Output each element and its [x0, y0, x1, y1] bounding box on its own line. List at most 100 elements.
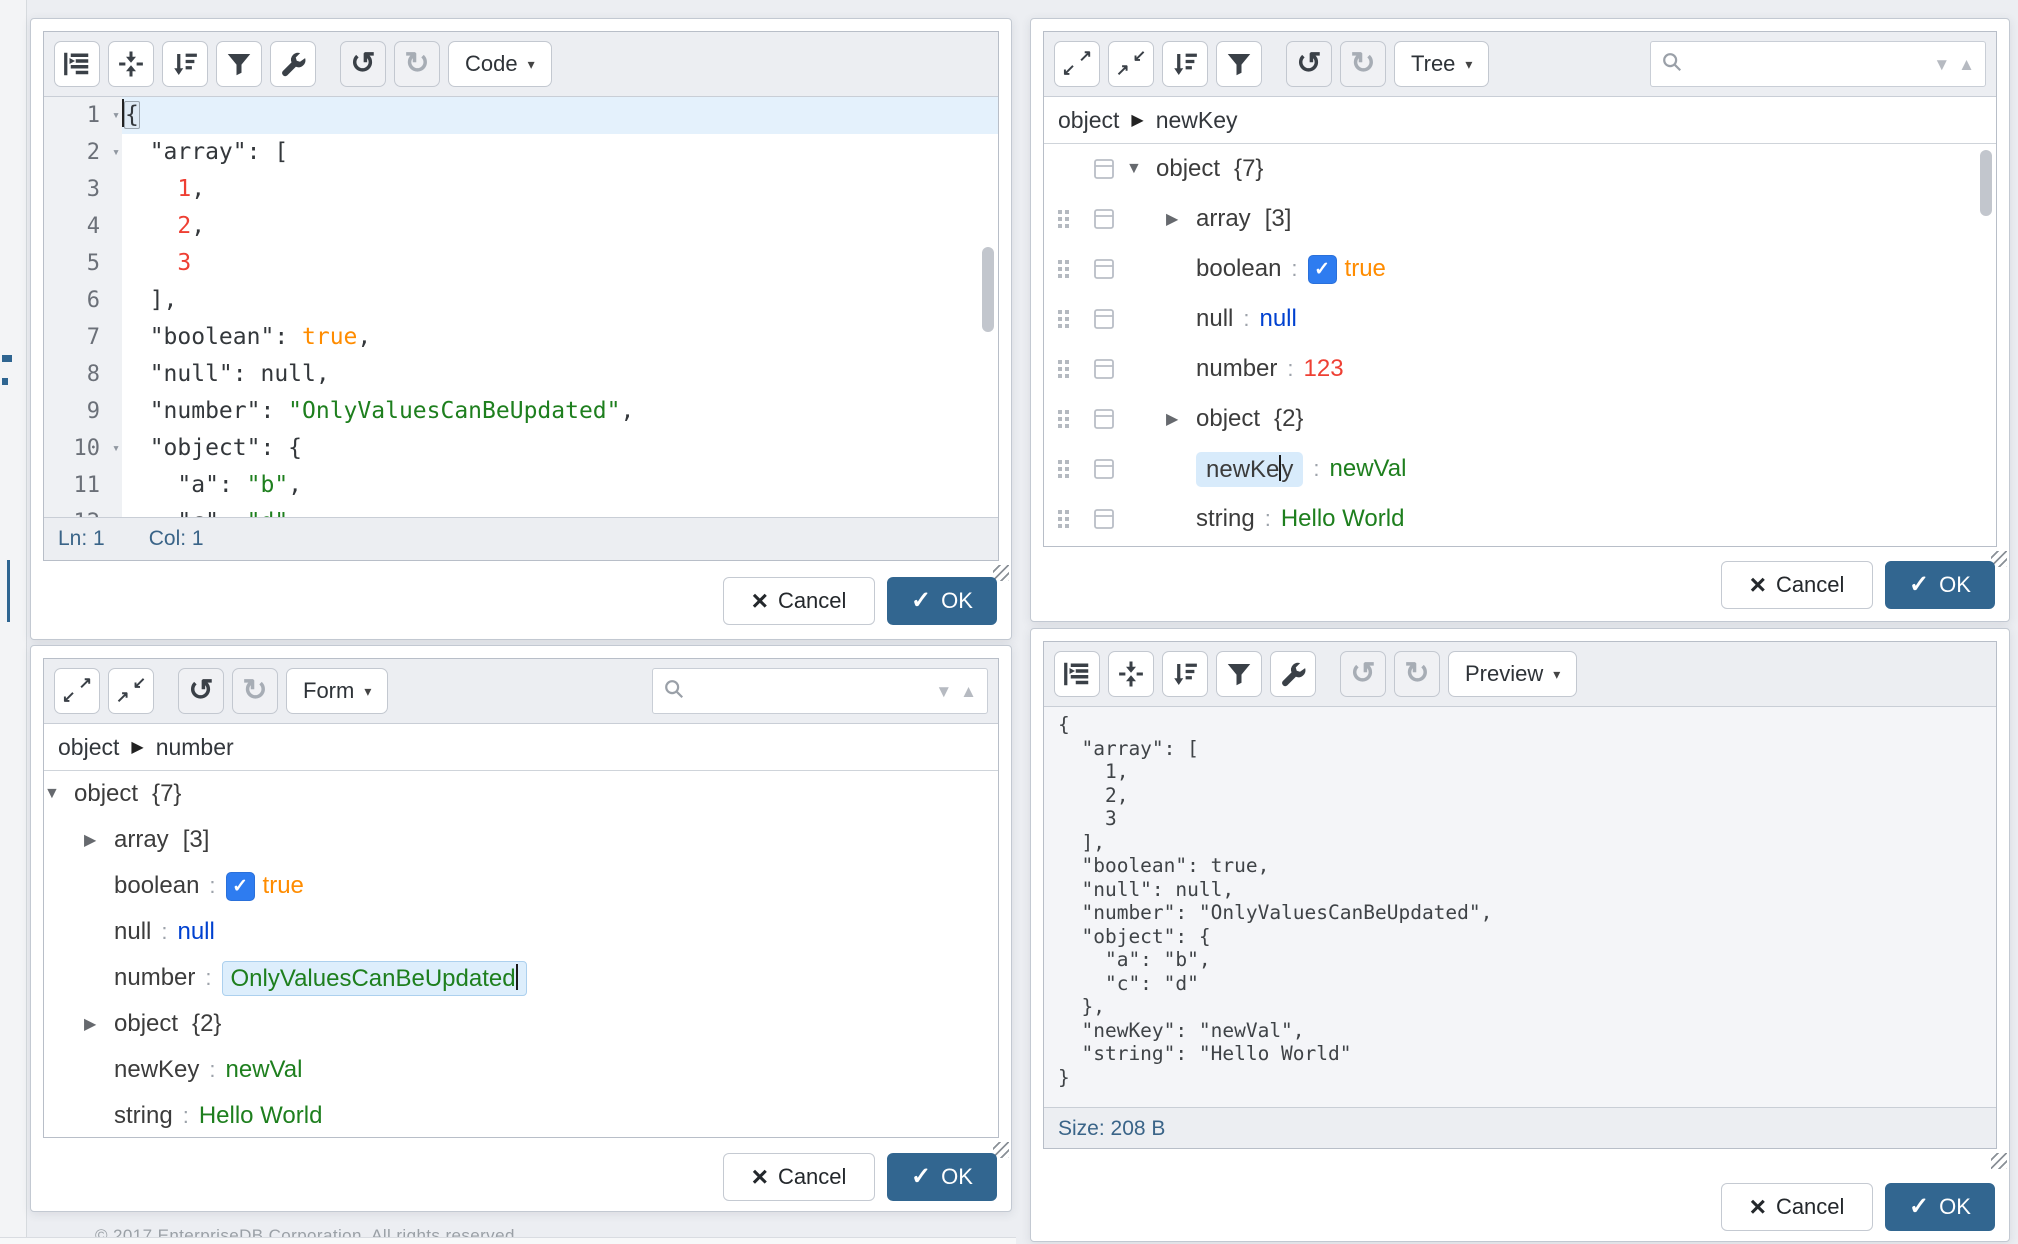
drag-handle-icon[interactable]	[1044, 510, 1082, 528]
tree-value-field[interactable]: newVal	[226, 1056, 303, 1084]
vertical-scrollbar-thumb[interactable]	[982, 247, 994, 332]
expander-open-icon[interactable]: ▼	[1126, 160, 1156, 178]
tree-key-field[interactable]: array	[114, 826, 169, 854]
code-line-text[interactable]: {	[122, 97, 998, 134]
ok-button[interactable]: ✓ OK	[1885, 561, 1995, 609]
context-menu-icon[interactable]	[1082, 308, 1126, 330]
boolean-checkbox[interactable]: ✓	[1308, 255, 1337, 284]
breadcrumb-leaf[interactable]: number	[156, 734, 234, 761]
repair-button[interactable]	[1270, 651, 1316, 697]
search-next-icon[interactable]: ▼	[935, 683, 952, 700]
drag-handle-icon[interactable]	[1044, 260, 1082, 278]
tree-key-field[interactable]: object	[1196, 405, 1260, 433]
sort-button[interactable]	[1162, 41, 1208, 87]
cancel-button[interactable]: × Cancel	[1721, 1183, 1873, 1231]
cancel-button[interactable]: × Cancel	[723, 1153, 875, 1201]
undo-button[interactable]: ↺	[340, 41, 386, 87]
compact-button[interactable]	[108, 41, 154, 87]
tree-key-field[interactable]: string	[114, 1102, 173, 1130]
code-line-text[interactable]: "object": {	[122, 430, 998, 467]
expand-button[interactable]: ↗↙	[54, 668, 100, 714]
compact-button[interactable]	[1108, 651, 1154, 697]
fold-caret-icon[interactable]: ▾	[112, 430, 120, 467]
code-line-text[interactable]: "boolean": true,	[122, 319, 998, 356]
code-line-text[interactable]: "null": null,	[122, 356, 998, 393]
redo-button[interactable]: ↻	[232, 668, 278, 714]
breadcrumb-root[interactable]: object	[1058, 107, 1119, 134]
expand-button[interactable]: ↗↙	[1054, 41, 1100, 87]
drag-handle-icon[interactable]	[1044, 310, 1082, 328]
redo-button[interactable]: ↻	[1340, 41, 1386, 87]
search-previous-icon[interactable]: ▲	[1958, 56, 1975, 73]
code-line-text[interactable]: 3	[122, 245, 998, 282]
undo-button[interactable]: ↺	[178, 668, 224, 714]
filter-button[interactable]	[1216, 651, 1262, 697]
mode-switcher-button[interactable]: Form▾	[286, 668, 388, 714]
expander-open-icon[interactable]: ▼	[44, 785, 74, 803]
tree-key-field[interactable]: array	[1196, 205, 1251, 233]
filter-button[interactable]	[1216, 41, 1262, 87]
repair-button[interactable]	[270, 41, 316, 87]
sort-button[interactable]	[1162, 651, 1208, 697]
tree-key-field[interactable]: null	[114, 918, 151, 946]
tree-value-field[interactable]: null	[1259, 305, 1296, 333]
cancel-button[interactable]: × Cancel	[723, 577, 875, 625]
code-line-text[interactable]: "number": "OnlyValuesCanBeUpdated",	[122, 393, 998, 430]
drag-handle-icon[interactable]	[1044, 410, 1082, 428]
context-menu-icon[interactable]	[1082, 358, 1126, 380]
undo-button[interactable]: ↺	[1340, 651, 1386, 697]
mode-switcher-button[interactable]: Preview▾	[1448, 651, 1577, 697]
breadcrumb-leaf[interactable]: newKey	[1156, 107, 1238, 134]
drag-handle-icon[interactable]	[1044, 210, 1082, 228]
drag-handle-icon[interactable]	[1044, 360, 1082, 378]
context-menu-icon[interactable]	[1082, 208, 1126, 230]
context-menu-icon[interactable]	[1082, 158, 1126, 180]
tree-value-field[interactable]: null	[177, 918, 214, 946]
format-button[interactable]	[54, 41, 100, 87]
undo-button[interactable]: ↺	[1286, 41, 1332, 87]
context-menu-icon[interactable]	[1082, 458, 1126, 480]
tree-key-field[interactable]: null	[1196, 305, 1233, 333]
sort-button[interactable]	[162, 41, 208, 87]
search-input[interactable]	[1691, 52, 1925, 77]
filter-button[interactable]	[216, 41, 262, 87]
breadcrumb-root[interactable]: object	[58, 734, 119, 761]
drag-handle-icon[interactable]	[1044, 460, 1082, 478]
expander-closed-icon[interactable]: ▶	[1166, 409, 1196, 429]
mode-switcher-button[interactable]: Code▾	[448, 41, 552, 87]
code-editor-area[interactable]: 1▾{2▾ "array": [3 1,4 2,5 36 ],7 "boolea…	[44, 97, 998, 517]
tree-key-field[interactable]: boolean	[114, 872, 199, 900]
vertical-scrollbar-thumb[interactable]	[1980, 150, 1992, 216]
redo-button[interactable]: ↻	[394, 41, 440, 87]
code-line-text[interactable]: 1,	[122, 171, 998, 208]
expander-closed-icon[interactable]: ▶	[1166, 209, 1196, 229]
context-menu-icon[interactable]	[1082, 258, 1126, 280]
ok-button[interactable]: ✓ OK	[887, 1153, 997, 1201]
expander-closed-icon[interactable]: ▶	[84, 830, 114, 850]
code-line-text[interactable]: "c": "d"	[122, 504, 998, 517]
code-line-text[interactable]: "array": [	[122, 134, 998, 171]
tree-key-field[interactable]: number	[1196, 355, 1277, 383]
tree-key-field[interactable]: string	[1196, 505, 1255, 533]
code-line-text[interactable]: ],	[122, 282, 998, 319]
search-input[interactable]	[693, 679, 927, 704]
expander-closed-icon[interactable]: ▶	[84, 1014, 114, 1034]
redo-button[interactable]: ↻	[1394, 651, 1440, 697]
tree-value-field[interactable]: Hello World	[1281, 505, 1405, 533]
cancel-button[interactable]: × Cancel	[1721, 561, 1873, 609]
fold-caret-icon[interactable]: ▾	[112, 97, 120, 134]
code-line-text[interactable]: 2,	[122, 208, 998, 245]
search-previous-icon[interactable]: ▲	[960, 683, 977, 700]
tree-value-field[interactable]: true	[263, 872, 304, 900]
tree-key-field[interactable]: object	[74, 780, 138, 808]
ok-button[interactable]: ✓ OK	[1885, 1183, 1995, 1231]
resize-grip-icon[interactable]	[1991, 1153, 2007, 1169]
tree-value-field[interactable]: Hello World	[199, 1102, 323, 1130]
fold-caret-icon[interactable]: ▾	[112, 134, 120, 171]
tree-key-field[interactable]: boolean	[1196, 255, 1281, 283]
tree-key-field[interactable]: newKey	[114, 1056, 199, 1084]
code-line-text[interactable]: "a": "b",	[122, 467, 998, 504]
ok-button[interactable]: ✓ OK	[887, 577, 997, 625]
tree-value-field[interactable]: 123	[1304, 355, 1344, 383]
boolean-checkbox[interactable]: ✓	[226, 872, 255, 901]
